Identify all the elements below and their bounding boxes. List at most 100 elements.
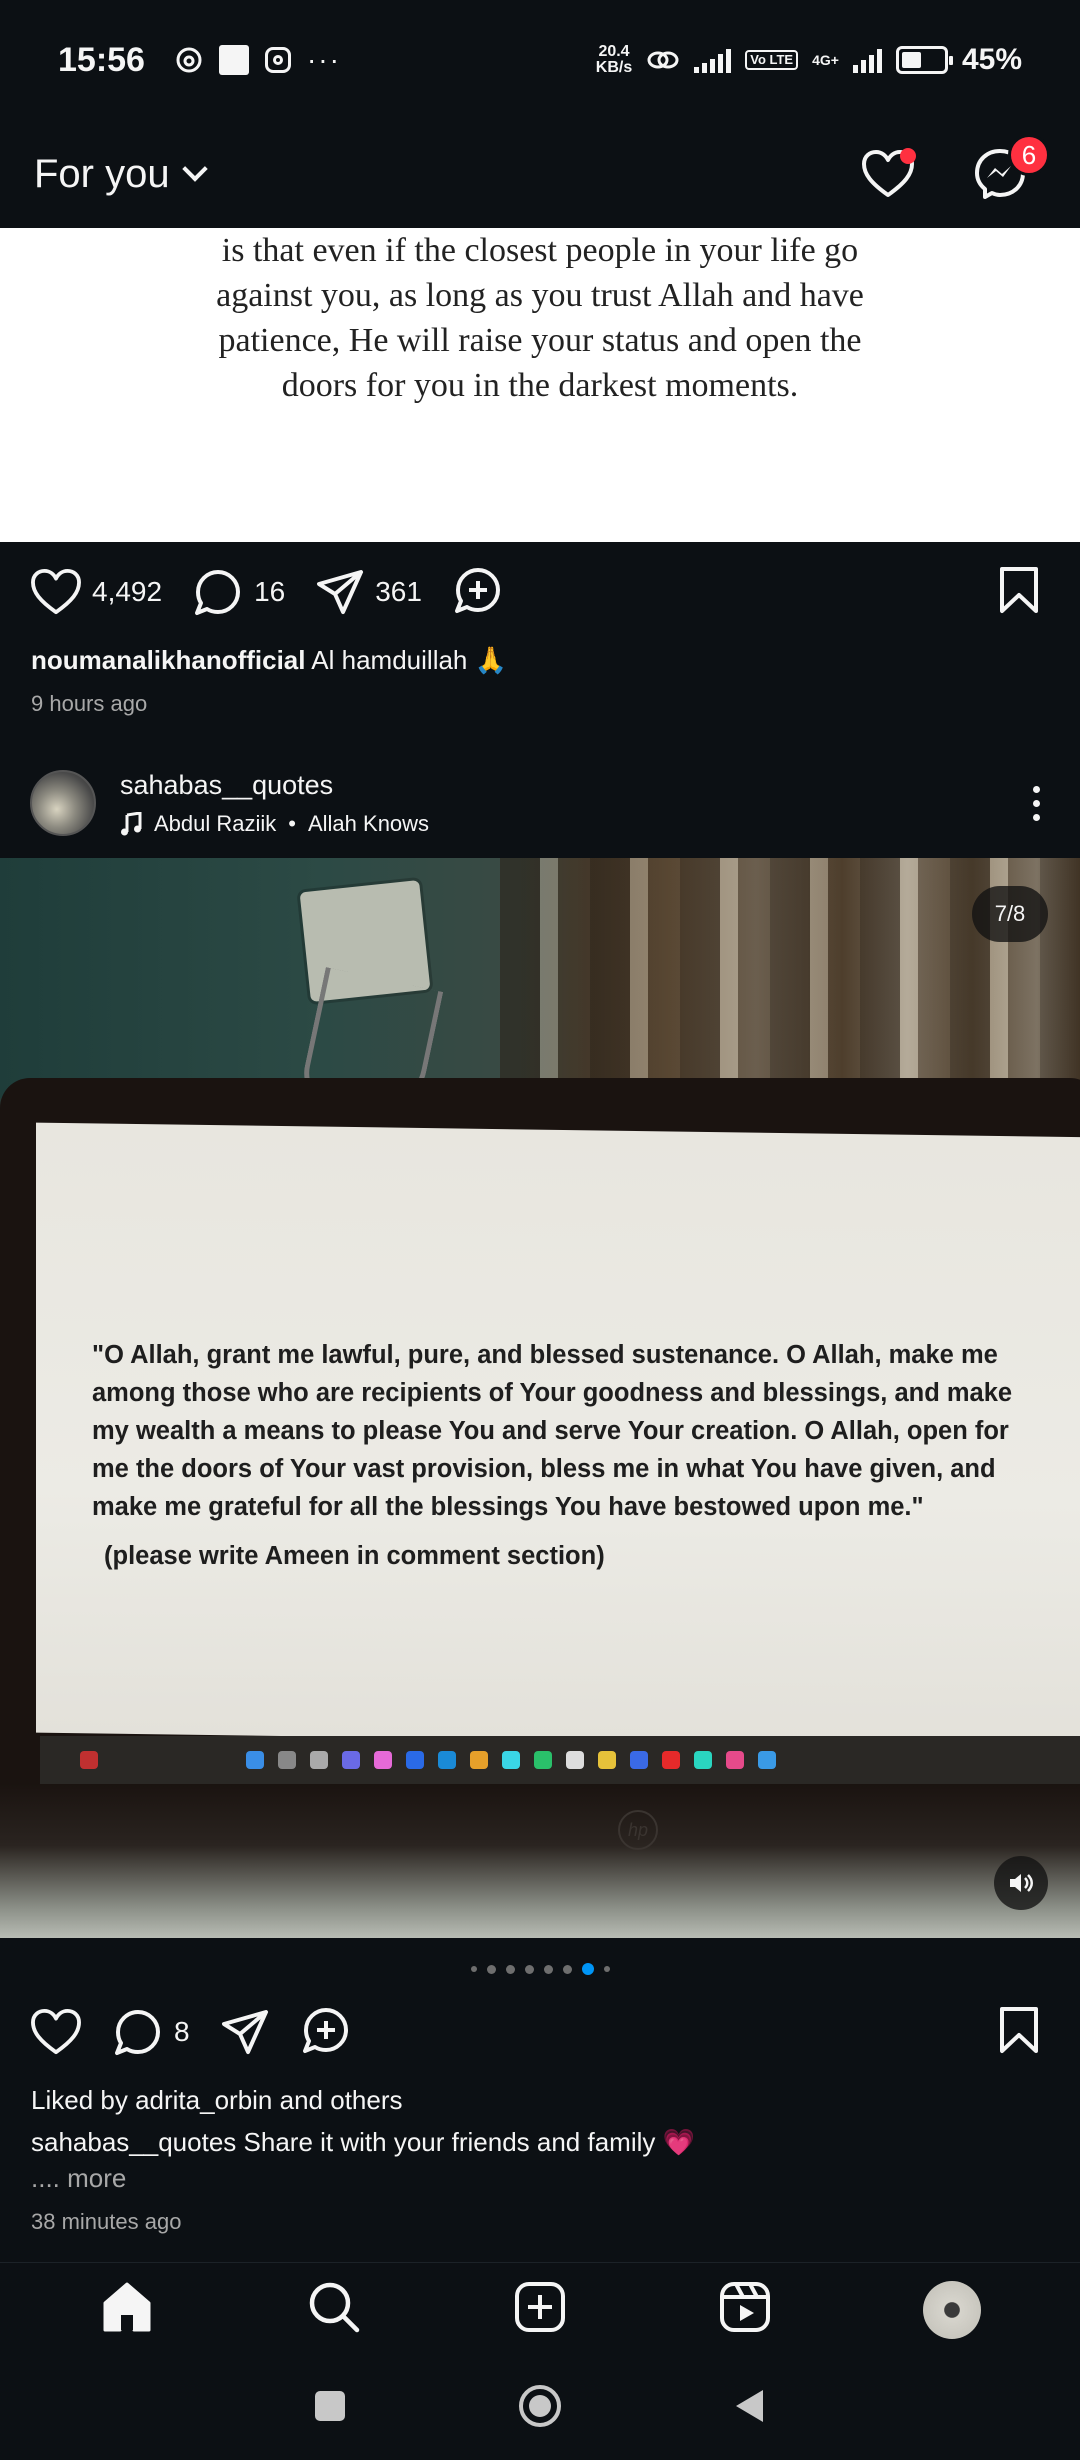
status-right: 20.4 KB/s Vo LTE 4G+ 45% [596,43,1022,77]
post2-header: sahabas__quotes Abdul Raziik • Allah Kno… [0,748,1080,858]
post2-time-ago: 38 minutes ago [31,2209,182,2234]
notification-square-icon [218,45,249,75]
instagram-notification-icon [264,47,291,73]
post2-action-bar: 8 [0,1982,1080,2082]
messenger-button[interactable]: 6 [970,134,1050,204]
notifications-button[interactable] [858,144,918,204]
post1-image[interactable]: is that even if the closest people in yo… [0,228,1080,542]
post2-share-button[interactable] [220,2008,270,2056]
nav-create-button[interactable] [513,2280,567,2339]
circle-home-icon [519,2384,561,2427]
notification-dot [900,148,916,164]
recents-button[interactable] [313,2389,347,2428]
laptop-base [0,1784,1080,1938]
volte-badge: Vo LTE [745,50,799,70]
post2-music-title: Allah Knows [307,810,430,836]
reels-icon [719,2282,770,2332]
square-recents-icon [315,2390,345,2421]
heart-outline-icon [31,568,81,615]
carousel-indicator [0,1962,1080,1976]
network-type: 4G+ [812,52,839,68]
chevron-down-icon[interactable] [181,156,208,182]
post1-action-group: 4,492 16 361 [30,566,534,618]
post1-save-button[interactable] [998,565,1040,620]
post2-action-group: 8 [30,2006,382,2058]
back-button[interactable] [733,2387,767,2430]
post2-username[interactable]: sahabas__quotes [120,770,429,801]
liked-by-prefix: Liked by [31,2085,128,2115]
nav-reels-button[interactable] [718,2280,772,2339]
app-header: For you 6 [0,120,1080,228]
bookmark-icon [1000,566,1038,613]
remix-plus-icon [302,2008,348,2053]
more-notifications-icon: ··· [306,44,341,75]
carousel-dot [524,1964,534,1974]
carousel-dot [562,1964,572,1974]
post1-caption: noumanalikhanofficial Al hamduillah 🙏 [31,645,507,676]
post2-comment-count: 8 [174,2016,190,2047]
carousel-dot [486,1964,496,1974]
nav-profile-avatar[interactable] [922,2280,981,2339]
status-left: 15:56 ··· [58,41,341,80]
post2-caption-text: Share it with your friends and family 💗 [243,2127,695,2157]
post2-meta: sahabas__quotes Abdul Raziik • Allah Kno… [120,770,429,837]
post1-caption-user[interactable]: noumanalikhanofficial [31,645,306,675]
post2-save-button[interactable] [998,2005,1040,2060]
send-icon [221,2010,268,2054]
volume-icon [1010,1874,1033,1892]
send-icon [317,570,364,614]
bookmark-icon [1000,2006,1038,2053]
post2-avatar[interactable] [30,770,96,836]
hp-logo-icon: hp [618,1810,658,1850]
carousel-page-counter: 7/8 [972,886,1048,942]
post2-caption: sahabas__quotes Share it with your frien… [31,2127,695,2158]
nav-home-button[interactable] [99,2279,155,2340]
post2-more-options-icon[interactable] [1033,785,1040,821]
status-bar: 15:56 ··· 20.4 KB/s Vo LTE 4G+ 45% [0,0,1080,120]
liked-by-user[interactable]: adrita_orbin [135,2085,272,2115]
laptop-taskbar [40,1736,1080,1784]
hotspot-link-icon [647,51,679,69]
post1-action-bar: 4,492 16 361 [0,542,1080,642]
carousel-dot [581,1963,594,1975]
post1-like-button[interactable]: 4,492 [30,568,162,616]
post1-comment-button[interactable]: 16 [192,566,285,618]
notification-icons: ··· [175,44,341,76]
carousel-dot [470,1966,477,1972]
net-speed: 20.4 KB/s [596,44,632,76]
post2-more-link[interactable]: .... more [31,2163,126,2194]
post2-media[interactable]: "O Allah, grant me lawful, pure, and ble… [0,858,1080,1938]
post1-caption-text: Al hamduillah 🙏 [311,645,507,675]
bottom-nav [0,2262,1080,2356]
signal-bars-icon [694,47,732,73]
threads-icon [176,47,202,73]
post2-comment-button[interactable]: 8 [112,2006,190,2058]
post2-like-button[interactable] [30,2008,82,2056]
net-speed-value: 20.4 [598,43,630,60]
comment-icon [195,570,241,615]
post2-music-info[interactable]: Abdul Raziik • Allah Knows [120,811,429,837]
home-system-button[interactable] [517,2383,563,2434]
music-note-icon [121,811,142,835]
post1-remix-button[interactable] [452,566,504,618]
nav-search-button[interactable] [306,2279,362,2340]
home-icon [103,2282,151,2332]
status-time: 15:56 [58,40,145,79]
screen-quote-text: "O Allah, grant me lawful, pure, and ble… [92,1341,1013,1521]
remix-plus-icon [454,568,500,613]
post2-remix-button[interactable] [300,2006,352,2058]
post2-caption-user[interactable]: sahabas__quotes [31,2127,236,2157]
sound-toggle-button[interactable] [994,1856,1048,1910]
post2-music-separator: • [288,810,296,836]
post1-time-ago: 9 hours ago [31,691,148,716]
battery-icon [895,46,953,74]
post1-comment-count: 16 [254,576,286,607]
messenger-badge: 6 [1008,134,1050,176]
feed-selector-title[interactable]: For you [34,152,170,197]
header-actions: 6 [858,134,1050,204]
post1-share-button[interactable]: 361 [315,568,422,616]
signal-bars-2-icon [852,47,882,73]
search-icon [309,2282,360,2333]
post1-share-count: 361 [375,576,422,607]
post1-image-text: is that even if the closest people in yo… [216,232,864,404]
